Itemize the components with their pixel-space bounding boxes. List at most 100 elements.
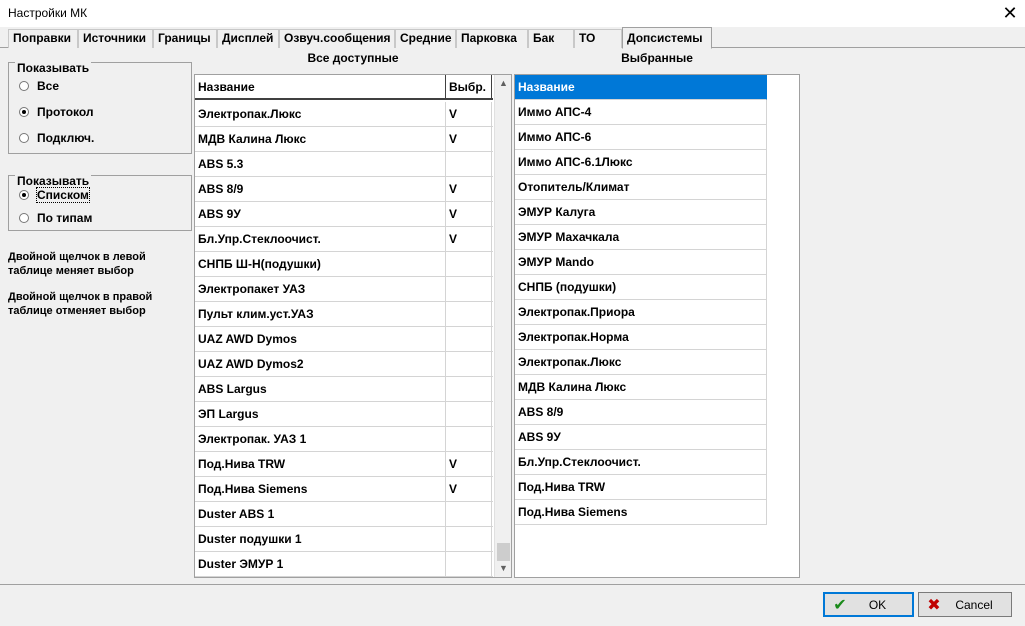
- list-item[interactable]: СНПБ (подушки): [515, 275, 767, 300]
- list-item[interactable]: ЭМУР Калуга: [515, 200, 767, 225]
- selected-header-row[interactable]: Название: [515, 75, 767, 100]
- table-row[interactable]: СНПБ Ш-Н(подушки): [195, 252, 493, 277]
- table-row[interactable]: ABS Largus: [195, 377, 493, 402]
- cell-selected: [446, 527, 492, 552]
- table-row[interactable]: Электропак. УАЗ 1: [195, 427, 493, 452]
- cell-selected: V: [446, 102, 492, 127]
- cancel-button[interactable]: ✖ Cancel: [918, 592, 1012, 617]
- cell-selected: [446, 277, 492, 302]
- table-row[interactable]: Duster ABS 1: [195, 502, 493, 527]
- table-row[interactable]: ABS 9У V: [195, 202, 493, 227]
- tab-2[interactable]: Границы: [153, 29, 217, 48]
- table-row[interactable]: МДВ Калина Люкс V: [195, 127, 493, 152]
- cell-selected: V: [446, 202, 492, 227]
- ok-button[interactable]: ✔ OK: [823, 592, 914, 617]
- radio-by-type[interactable]: По типам: [19, 211, 92, 225]
- tab-4[interactable]: Озвуч.сообщения: [279, 29, 395, 48]
- table-row[interactable]: Бл.Упр.Стеклоочист. V: [195, 227, 493, 252]
- cell-selected: [446, 327, 492, 352]
- cell-selected: [446, 552, 492, 577]
- table-row[interactable]: Пульт клим.уст.УАЗ: [195, 302, 493, 327]
- radio-protocol[interactable]: Протокол: [19, 105, 94, 119]
- column-header-name[interactable]: Название: [195, 75, 446, 100]
- cell-name: Электропакет УАЗ: [195, 277, 446, 302]
- left-table-hint: Двойной щелчок в левой таблице меняет вы…: [8, 251, 146, 277]
- list-item[interactable]: Электропак.Норма: [515, 325, 767, 350]
- button-bar: ✔ OK ✖ Cancel: [0, 584, 1025, 626]
- radio-all[interactable]: Все: [19, 79, 59, 93]
- tab-9[interactable]: Допсистемы: [622, 27, 712, 49]
- cell-selected: [446, 377, 492, 402]
- cell-name: UAZ AWD Dymos: [195, 327, 446, 352]
- table-row[interactable]: Электропак.Люкс V: [195, 102, 493, 127]
- selected-table[interactable]: Название Иммо АПС-4 Иммо АПС-6 Иммо АПС-6.…: [514, 74, 800, 578]
- list-item[interactable]: МДВ Калина Люкс: [515, 375, 767, 400]
- table-row[interactable]: UAZ AWD Dymos2: [195, 352, 493, 377]
- table-row[interactable]: Duster ЭМУР 1: [195, 552, 493, 577]
- list-item[interactable]: ABS 8/9: [515, 400, 767, 425]
- tab-strip: Поправки Источники Границы Дисплей Озвуч.соо…: [0, 27, 1025, 49]
- scroll-down-icon[interactable]: ▼: [495, 560, 511, 577]
- list-item[interactable]: Под.Нива TRW: [515, 475, 767, 500]
- close-icon[interactable]: ✕: [995, 0, 1025, 27]
- cell-name: Электропак. УАЗ 1: [195, 427, 446, 452]
- tab-7[interactable]: Бак: [528, 29, 574, 48]
- cell-selected: [446, 402, 492, 427]
- column-header-selected[interactable]: Выбр.: [446, 75, 492, 100]
- radio-dot-icon: [19, 81, 29, 91]
- window-title: Настройки МК: [8, 6, 88, 20]
- radio-dot-icon: [19, 190, 29, 200]
- list-item[interactable]: ЭМУР Махачкала: [515, 225, 767, 250]
- scroll-thumb[interactable]: [497, 543, 510, 561]
- table-row[interactable]: Под.Нива Siemens V: [195, 477, 493, 502]
- list-item[interactable]: Электропак.Приора: [515, 300, 767, 325]
- tab-6[interactable]: Парковка: [456, 29, 528, 48]
- selected-title: Выбранные: [621, 51, 693, 65]
- cell-selected: V: [446, 177, 492, 202]
- radio-connected[interactable]: Подключ.: [19, 131, 94, 145]
- list-item[interactable]: Бл.Упр.Стеклоочист.: [515, 450, 767, 475]
- tab-0[interactable]: Поправки: [8, 29, 78, 48]
- radio-list[interactable]: Списком: [19, 187, 90, 203]
- cell-name: UAZ AWD Dymos2: [195, 352, 446, 377]
- scroll-up-icon[interactable]: ▲: [495, 75, 511, 92]
- tab-8[interactable]: ТО: [574, 29, 622, 48]
- table-row[interactable]: Duster подушки 1: [195, 527, 493, 552]
- cell-name: ABS Largus: [195, 377, 446, 402]
- available-scrollbar[interactable]: ▲ ▼: [494, 75, 511, 577]
- cell-name: Под.Нива TRW: [195, 452, 446, 477]
- cell-name: ABS 9У: [195, 202, 446, 227]
- list-item[interactable]: ЭМУР Mando: [515, 250, 767, 275]
- available-header-row: Название Выбр.: [195, 75, 493, 100]
- check-icon: ✔: [833, 596, 847, 614]
- radio-dot-icon: [19, 133, 29, 143]
- table-row[interactable]: ABS 5.3: [195, 152, 493, 177]
- cell-selected: [446, 152, 492, 177]
- table-row[interactable]: Электропакет УАЗ: [195, 277, 493, 302]
- list-item[interactable]: ABS 9У: [515, 425, 767, 450]
- table-row[interactable]: ЭП Largus: [195, 402, 493, 427]
- list-item[interactable]: Иммо АПС-4: [515, 100, 767, 125]
- cell-name: ABS 5.3: [195, 152, 446, 177]
- tab-1[interactable]: Источники: [78, 29, 153, 48]
- tab-3[interactable]: Дисплей: [217, 29, 279, 48]
- list-item[interactable]: Иммо АПС-6.1Люкс: [515, 150, 767, 175]
- cell-name: ЭП Largus: [195, 402, 446, 427]
- list-item[interactable]: Электропак.Люкс: [515, 350, 767, 375]
- tab-5[interactable]: Средние: [395, 29, 456, 48]
- show-filter-legend: Показывать: [15, 61, 92, 75]
- table-row[interactable]: ABS 8/9 V: [195, 177, 493, 202]
- tab-content: Показывать Все Протокол Подключ. Показыв…: [0, 48, 1025, 584]
- cell-name: Duster подушки 1: [195, 527, 446, 552]
- title-bar: Настройки МК ✕: [0, 0, 1025, 27]
- list-item[interactable]: Иммо АПС-6: [515, 125, 767, 150]
- radio-dot-icon: [19, 107, 29, 117]
- list-item[interactable]: Под.Нива Siemens: [515, 500, 767, 525]
- table-row[interactable]: Под.Нива TRW V: [195, 452, 493, 477]
- radio-dot-icon: [19, 213, 29, 223]
- available-table[interactable]: Название Выбр. ▲ ▼ Электропак.Люкс V МДВ К…: [194, 74, 512, 578]
- list-item[interactable]: Отопитель/Климат: [515, 175, 767, 200]
- cell-selected: V: [446, 452, 492, 477]
- show-mode-legend: Показывать: [15, 174, 92, 188]
- table-row[interactable]: UAZ AWD Dymos: [195, 327, 493, 352]
